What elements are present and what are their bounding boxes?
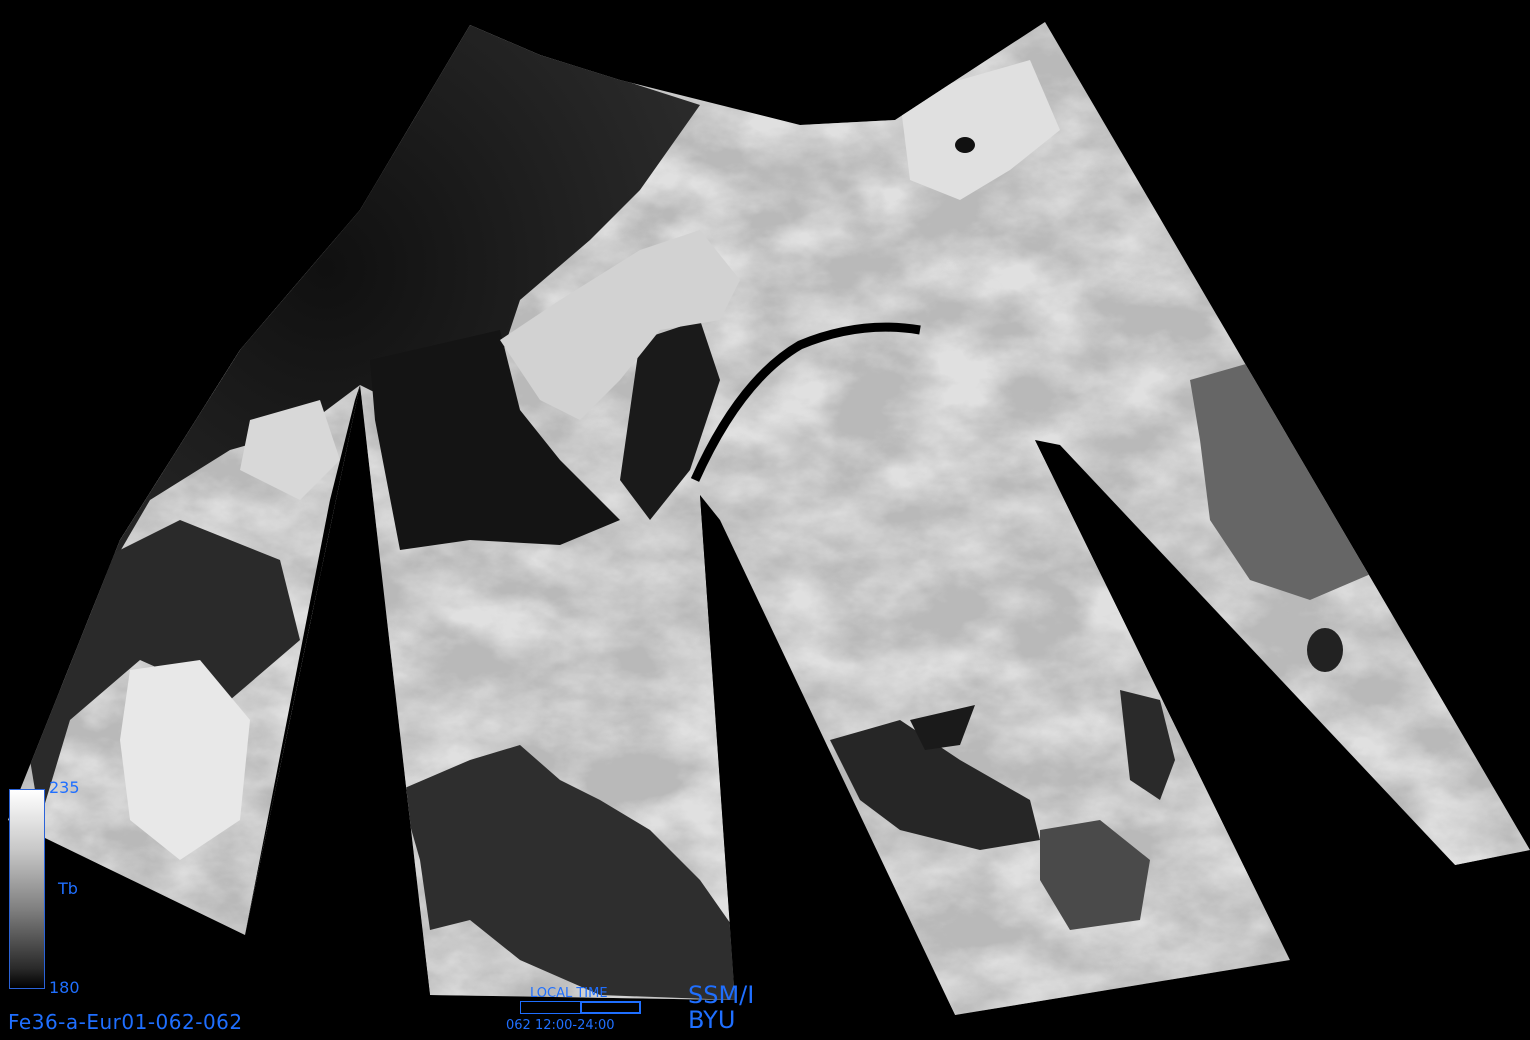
colorbar-unit-label: Tb (58, 879, 78, 898)
satellite-mosaic (8, 22, 1530, 1015)
sensor-label: SSM/I (688, 981, 755, 1009)
local-time-range: 062 12:00-24:00 (506, 1018, 615, 1033)
time-cell-evening (580, 1001, 641, 1014)
local-time-indicator (520, 1001, 641, 1014)
image-id-label: Fe36-a-Eur01-062-062 (8, 1010, 243, 1034)
colorbar-max-label: 235 (49, 778, 80, 797)
local-time-title: LOCAL TIME (530, 986, 608, 1001)
organization-label: BYU (688, 1006, 736, 1034)
time-cell-morning (520, 1001, 581, 1014)
colorbar (9, 789, 45, 989)
colorbar-min-label: 180 (49, 978, 80, 997)
